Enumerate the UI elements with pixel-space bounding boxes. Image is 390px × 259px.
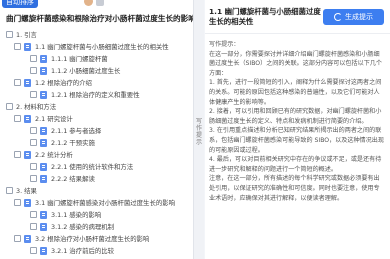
outline-item-level-2[interactable]: 1.1.1 幽门螺旋杆菌 — [30, 53, 108, 64]
outline-item-label: 2.1 研究设计 — [35, 115, 73, 123]
document-icon — [24, 234, 31, 243]
outline-item-label: 1.2 根除治疗的介绍 — [35, 79, 92, 87]
prompt-paragraph: 写作提示： — [209, 41, 240, 48]
outline-item-label: 3. 结果 — [16, 187, 37, 195]
section-title: 1.1 幽门螺旋杆菌与小肠细菌过度生长的相关性 — [209, 7, 321, 26]
outline-item-level-0[interactable]: 2. 材料和方法 — [6, 101, 56, 112]
outline-item-label: 3.1.2 感染的病理机制 — [51, 223, 115, 231]
writing-tips-tab[interactable]: 写作提示 — [195, 118, 203, 146]
generate-prompt-button[interactable]: 生成提示 — [323, 9, 384, 25]
outline-item-label: 2.2 统计分析 — [35, 151, 73, 159]
item-checkbox[interactable] — [14, 79, 21, 86]
header-icons — [84, 0, 104, 6]
prompt-paragraph: 注意，在这一部分，所有描述的每个科学研究或数据必须要有出处引用，以保证研究的准确… — [209, 175, 380, 202]
item-checkbox[interactable] — [14, 115, 21, 122]
item-checkbox[interactable] — [6, 31, 13, 38]
outline-item-label: 3.2.1 治疗前后的比较 — [51, 247, 115, 255]
document-icon — [40, 138, 47, 147]
document-icon — [40, 126, 47, 135]
item-checkbox[interactable] — [30, 175, 37, 182]
outline-item-label: 1.1.2 小肠细菌过度生长 — [51, 67, 121, 75]
outline-item-level-0[interactable]: 3. 结果 — [6, 185, 37, 196]
document-icon — [40, 66, 47, 75]
prompt-paragraph: 1. 首先，进行一段简短的引入，阐释为什么需要探讨这两者之间的关系。可能的原因包… — [209, 79, 382, 106]
generate-prompt-label: 生成提示 — [345, 13, 373, 21]
divider — [205, 33, 390, 34]
outline-item-level-2[interactable]: 2.2.1 使用的统计软件和方法 — [30, 161, 133, 172]
item-checkbox[interactable] — [30, 247, 37, 254]
document-icon — [24, 78, 31, 87]
outline-item-label: 1.1.1 幽门螺旋杆菌 — [51, 55, 108, 63]
document-icon — [40, 246, 47, 255]
item-checkbox[interactable] — [6, 103, 13, 110]
outline-item-level-2[interactable]: 2.1.1 参与者选择 — [30, 125, 101, 136]
outline-item-label: 3.1 幽门螺旋杆菌感染对小肠杆菌过度生长的影响 — [35, 199, 176, 207]
document-icon — [24, 114, 31, 123]
item-checkbox[interactable] — [14, 199, 21, 206]
outline-panel: 自动排序 曲门螺旋杆菌感染和根除治疗对小肠杆菌过度生长的影响 1. 引言 1.1 … — [0, 0, 193, 259]
outline-item-label: 3.1.1 感染的影响 — [51, 211, 102, 219]
item-checkbox[interactable] — [6, 187, 13, 194]
outline-item-level-2[interactable]: 3.1.1 感染的影响 — [30, 209, 101, 220]
document-icon — [40, 174, 47, 183]
prompt-panel: 1.1 幽门螺旋杆菌与小肠细菌过度生长的相关性 生成提示 写作提示： 在这一部分，… — [205, 0, 390, 259]
prompt-paragraph: 2. 接着，可以引用和回顾已有的研究数据，对幽门螺旋杆菌和小肠细菌过度生长的定义… — [209, 108, 382, 125]
outline-item-label: 3.2 根除治疗对小肠杆菌过度生长的影响 — [35, 235, 150, 243]
outline-item-level-1[interactable]: 3.1 幽门螺旋杆菌感染对小肠杆菌过度生长的影响 — [14, 197, 175, 208]
document-icon — [40, 222, 47, 231]
outline-item-level-1[interactable]: 3.2 根除治疗对小肠杆菌过度生长的影响 — [14, 233, 149, 244]
document-icon — [40, 90, 47, 99]
document-title: 曲门螺旋杆菌感染和根除治疗对小肠杆菌过度生长的影响 — [6, 14, 193, 23]
outline-item-level-0[interactable]: 1. 引言 — [6, 29, 37, 40]
prompt-paragraph: 在这一部分，你需要探讨并详细介绍幽门螺旋杆菌感染和小肠细菌过度生长（SIBO）之… — [209, 50, 382, 77]
outline-item-label: 2.1.2 干预实施 — [51, 139, 95, 147]
item-checkbox[interactable] — [14, 43, 21, 50]
outline-item-label: 2.1.1 参与者选择 — [51, 127, 102, 135]
outline-item-level-1[interactable]: 2.2 统计分析 — [14, 149, 73, 160]
outline-item-level-1[interactable]: 1.2 根除治疗的介绍 — [14, 77, 92, 88]
outline-item-label: 1.2.1 根除治疗的定义和重要性 — [51, 91, 140, 99]
outline-item-label: 1. 引言 — [16, 31, 37, 39]
item-checkbox[interactable] — [14, 235, 21, 242]
auto-sort-button[interactable]: 自动排序 — [2, 0, 38, 8]
refresh-icon — [334, 13, 342, 21]
outline-item-level-2[interactable]: 2.1.2 干预实施 — [30, 137, 95, 148]
outline-item-level-2[interactable]: 2.2.2 结果解读 — [30, 173, 95, 184]
item-checkbox[interactable] — [30, 91, 37, 98]
writing-prompt-text: 写作提示： 在这一部分，你需要探讨并详细介绍幽门螺旋杆菌感染和小肠细菌过度生长（S… — [209, 40, 385, 203]
outline-item-level-2[interactable]: 3.1.2 感染的病理机制 — [30, 221, 114, 232]
item-checkbox[interactable] — [30, 55, 37, 62]
item-checkbox[interactable] — [30, 223, 37, 230]
document-icon — [24, 42, 31, 51]
document-icon — [24, 198, 31, 207]
item-checkbox[interactable] — [30, 139, 37, 146]
item-checkbox[interactable] — [30, 127, 37, 134]
document-icon — [24, 150, 31, 159]
outline-item-label: 2.2.1 使用的统计软件和方法 — [51, 163, 134, 171]
outline-item-label: 2. 材料和方法 — [16, 103, 57, 111]
document-icon — [40, 162, 47, 171]
document-icon — [40, 54, 47, 63]
outline-item-level-2[interactable]: 3.2.1 治疗前后的比较 — [30, 245, 114, 256]
outline-item-label: 1.1 幽门螺旋杆菌与小肠细菌过度生长的相关性 — [35, 43, 169, 51]
side-tab-bar: 写作提示 — [194, 0, 204, 259]
outline-item-level-2[interactable]: 1.1.2 小肠细菌过度生长 — [30, 65, 120, 76]
avatar[interactable] — [84, 0, 93, 6]
menu-icon[interactable] — [96, 0, 104, 6]
outline-item-label: 2.2.2 结果解读 — [51, 175, 95, 183]
item-checkbox[interactable] — [30, 163, 37, 170]
item-checkbox[interactable] — [14, 151, 21, 158]
outline-item-level-2[interactable]: 1.2.1 根除治疗的定义和重要性 — [30, 89, 140, 100]
prompt-paragraph: 4. 最后，可以对目前相关研究中存在的争议或不足，或是还有待进一步研究和解释的问… — [209, 156, 382, 173]
outline-item-level-1[interactable]: 2.1 研究设计 — [14, 113, 73, 124]
outline-item-level-1[interactable]: 1.1 幽门螺旋杆菌与小肠细菌过度生长的相关性 — [14, 41, 169, 52]
prompt-paragraph: 3. 在引用重点描述和分析已知研究结果所揭示出的两者之间的联系，包括幽门螺旋杆菌… — [209, 127, 384, 154]
item-checkbox[interactable] — [30, 67, 37, 74]
item-checkbox[interactable] — [30, 211, 37, 218]
document-icon — [40, 210, 47, 219]
